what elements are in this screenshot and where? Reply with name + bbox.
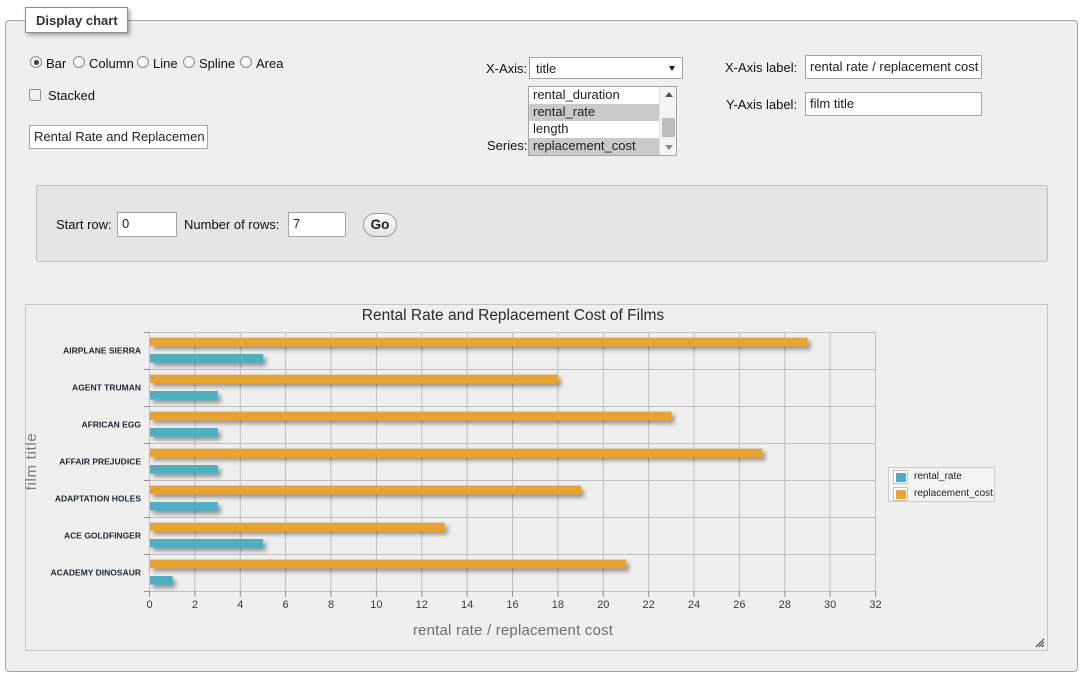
svg-text:0: 0	[146, 599, 152, 611]
svg-text:6: 6	[283, 599, 289, 611]
svg-text:22: 22	[642, 599, 654, 611]
svg-text:AGENT TRUMAN: AGENT TRUMAN	[72, 383, 141, 393]
svg-text:Rental Rate and Replacement Co: Rental Rate and Replacement Cost of Film…	[362, 307, 665, 324]
svg-text:AFRICAN EGG: AFRICAN EGG	[82, 420, 142, 430]
svg-text:16: 16	[506, 599, 518, 611]
svg-text:AIRPLANE SIERRA: AIRPLANE SIERRA	[63, 346, 141, 356]
svg-text:12: 12	[416, 599, 428, 611]
svg-text:20: 20	[597, 599, 609, 611]
svg-text:ACADEMY DINOSAUR: ACADEMY DINOSAUR	[50, 568, 141, 578]
svg-text:4: 4	[237, 599, 243, 611]
svg-text:30: 30	[824, 599, 836, 611]
svg-text:26: 26	[733, 599, 745, 611]
svg-text:ADAPTATION HOLES: ADAPTATION HOLES	[55, 494, 141, 504]
svg-text:10: 10	[370, 599, 382, 611]
svg-text:8: 8	[328, 599, 334, 611]
svg-text:film title: film title	[25, 433, 40, 491]
svg-text:14: 14	[461, 599, 473, 611]
svg-text:28: 28	[779, 599, 791, 611]
svg-text:24: 24	[688, 599, 700, 611]
svg-text:18: 18	[552, 599, 564, 611]
svg-text:32: 32	[869, 599, 881, 611]
svg-text:ACE GOLDFINGER: ACE GOLDFINGER	[64, 531, 141, 541]
svg-text:2: 2	[192, 599, 198, 611]
svg-text:rental rate / replacement cost: rental rate / replacement cost	[413, 622, 614, 639]
svg-text:AFFAIR PREJUDICE: AFFAIR PREJUDICE	[59, 457, 141, 467]
